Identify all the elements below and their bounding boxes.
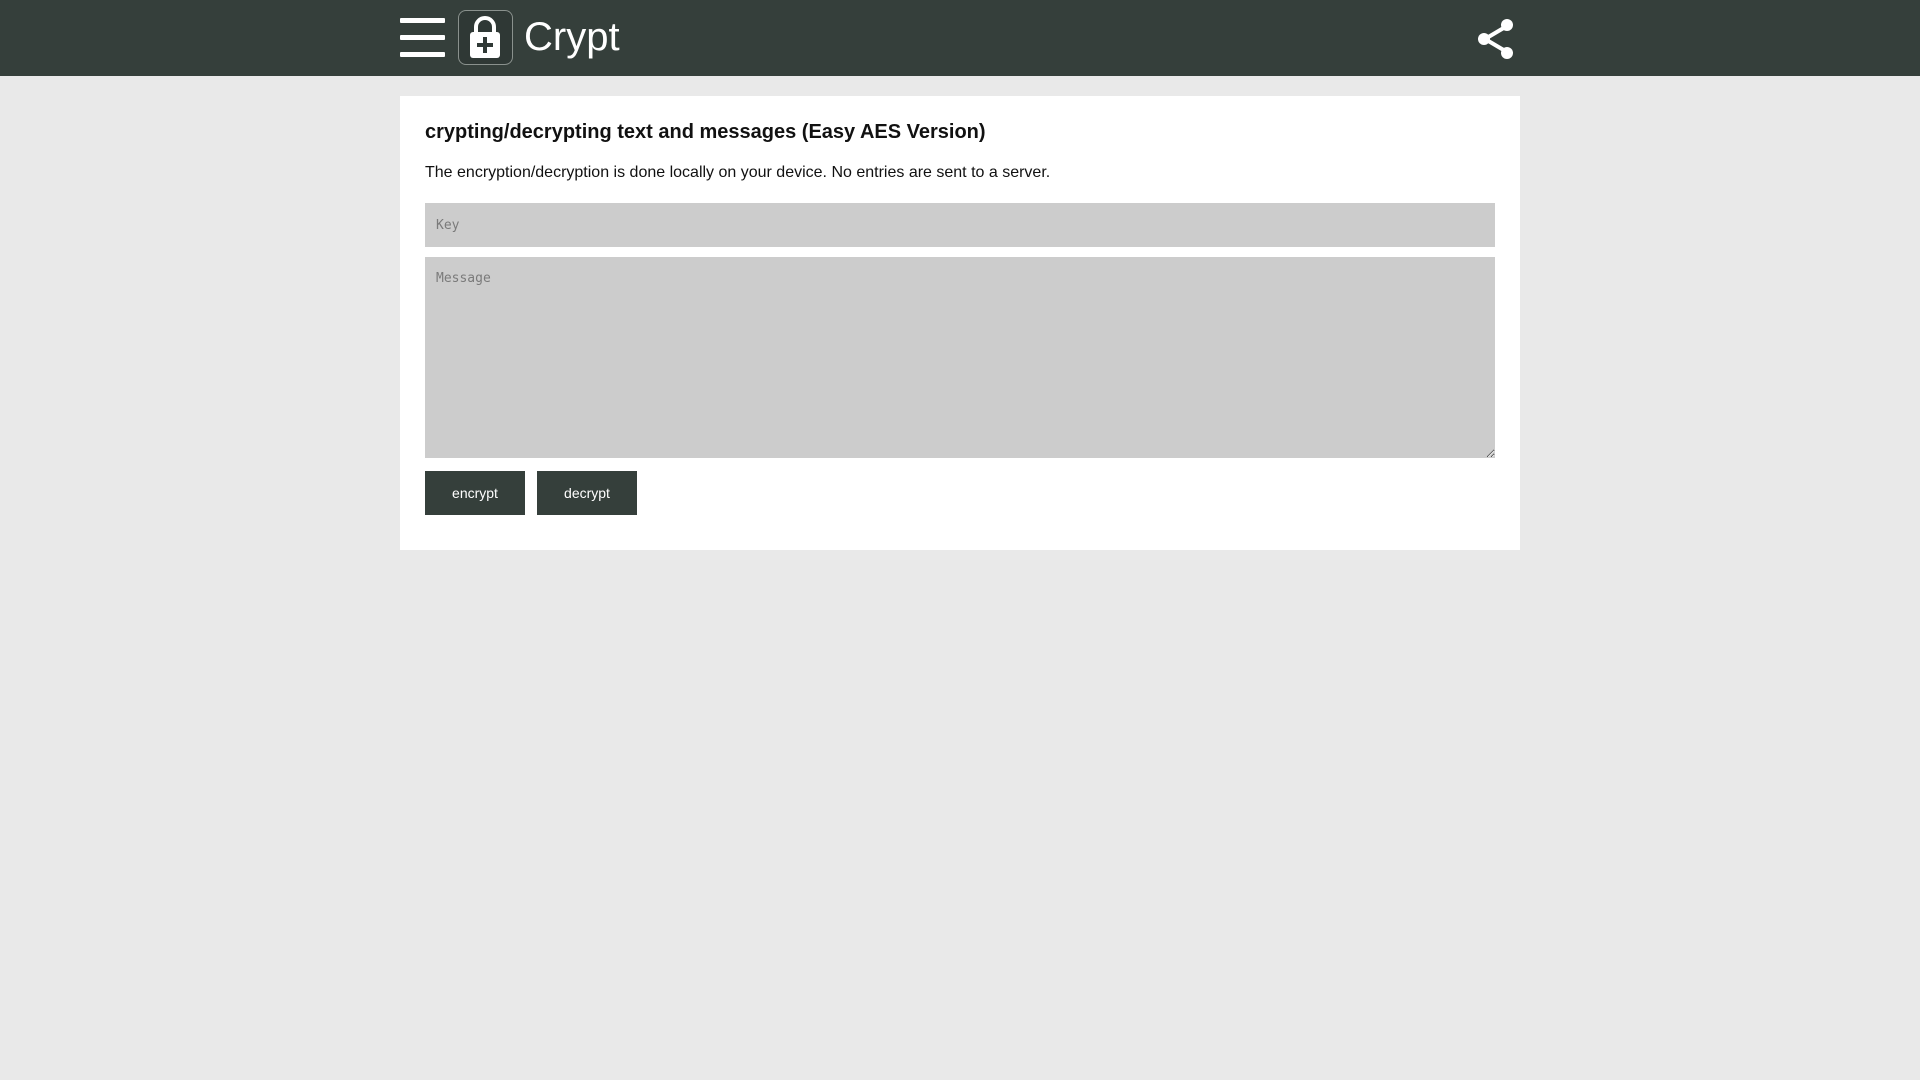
privacy-description: The encryption/decryption is done locall… bbox=[425, 164, 1051, 181]
top-app-bar: Crypt bbox=[0, 0, 1920, 76]
key-input[interactable] bbox=[425, 203, 1495, 247]
menu-line bbox=[400, 18, 445, 23]
message-textarea[interactable] bbox=[425, 257, 1495, 458]
crypt-card: crypting/decrypting text and messages (E… bbox=[400, 96, 1520, 550]
menu-line bbox=[400, 52, 445, 57]
lock-plus-icon bbox=[458, 10, 513, 65]
menu-line bbox=[400, 35, 445, 40]
top-app-bar-content: Crypt bbox=[400, 0, 1520, 76]
share-icon[interactable] bbox=[1476, 18, 1516, 60]
decrypt-button[interactable]: decrypt bbox=[537, 471, 637, 515]
app-title: Crypt bbox=[524, 15, 620, 59]
hamburger-menu-icon[interactable] bbox=[400, 18, 445, 58]
encrypt-button[interactable]: encrypt bbox=[425, 471, 525, 515]
page-title: crypting/decrypting text and messages (E… bbox=[425, 121, 986, 143]
